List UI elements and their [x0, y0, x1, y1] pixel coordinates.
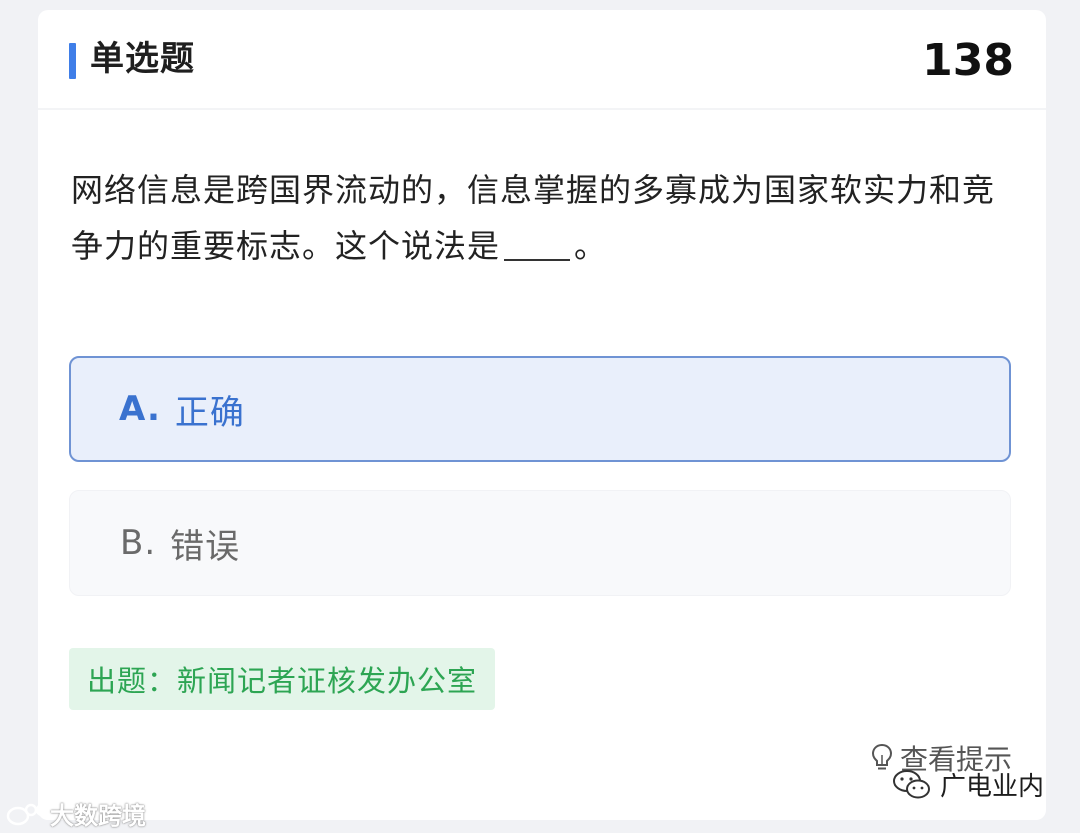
wechat-icon: [892, 769, 930, 798]
question-end-punct: 。: [574, 227, 608, 265]
question-type-title: 单选题: [90, 39, 195, 79]
watermark-right: 广电业内: [892, 766, 1044, 803]
option-b-label: 错误: [170, 526, 241, 567]
screen: 单选题 138 网络信息是跨国界流动的，信息掌握的多寡成为国家软实力和竞争力的重…: [0, 0, 1080, 833]
option-a[interactable]: A. 正确: [69, 356, 1011, 462]
lightbulb-icon: [871, 743, 892, 770]
answer-blank: [504, 225, 571, 261]
option-a-letter: A.: [119, 389, 161, 429]
option-a-label: 正确: [174, 392, 245, 433]
card-header: 单选题 138: [38, 10, 1046, 110]
watermark-left: 大数跨境: [6, 796, 146, 831]
question-card: 单选题 138 网络信息是跨国界流动的，信息掌握的多寡成为国家软实力和竞争力的重…: [38, 10, 1046, 820]
weibo-logo-icon: [6, 803, 49, 825]
question-source-badge: 出题：新闻记者证核发办公室: [69, 648, 496, 710]
question-number: 138: [922, 35, 1014, 86]
watermark-left-text: 大数跨境: [50, 802, 146, 830]
question-text: 网络信息是跨国界流动的，信息掌握的多寡成为国家软实力和竞争力的重要标志。这个说法…: [71, 162, 1021, 274]
title-accent-bar: [69, 43, 76, 79]
option-b[interactable]: B. 错误: [69, 490, 1011, 596]
option-b-letter: B.: [120, 523, 157, 563]
question-source-text: 出题：新闻记者证核发办公室: [87, 664, 478, 698]
watermark-right-text: 广电业内: [939, 772, 1044, 802]
